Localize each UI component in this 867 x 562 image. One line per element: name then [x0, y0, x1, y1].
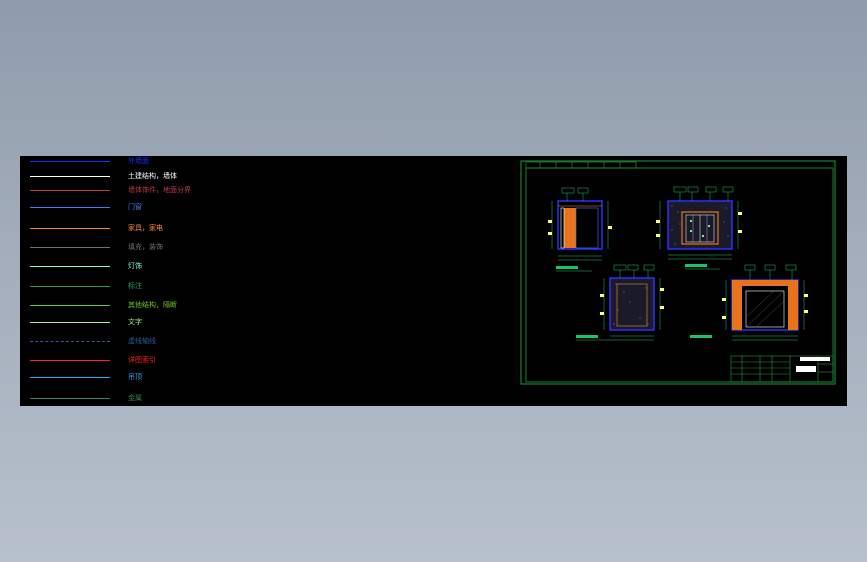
legend-label: 标注 [128, 282, 142, 290]
legend-label: 家具，家电 [128, 224, 163, 232]
elevation-a [548, 187, 612, 272]
legend-label: 外墙面 [128, 157, 149, 165]
legend-line-sample [30, 360, 110, 361]
legend-line-sample [30, 377, 110, 378]
cad-model-space[interactable]: 外墙面土建结构，墙体墙体饰件，地面分界 门窗家具，家电填充，装饰灯饰标注其他结构，… [20, 156, 847, 406]
legend-line-sample [30, 266, 110, 267]
elevation-drawing-sheet[interactable] [520, 160, 836, 386]
legend-label: 虚线轴线 [128, 337, 156, 345]
legend-line-sample [30, 228, 110, 229]
legend-line-sample [30, 341, 110, 342]
legend-line-sample [30, 398, 110, 399]
legend-label: 墙体饰件，地面分界 [128, 186, 191, 194]
elevation-b [656, 186, 742, 270]
sheet-outer-frame [520, 160, 836, 385]
legend-line-sample [30, 286, 110, 287]
legend-line-sample [30, 322, 110, 323]
elevation-c [576, 264, 664, 341]
sheet-inner-frame [525, 167, 834, 383]
legend-line-sample [30, 161, 110, 162]
legend-line-sample [30, 176, 110, 177]
legend-label: 文字 [128, 318, 142, 326]
legend-label: 金属 [128, 394, 142, 402]
drawing-title-bar [800, 357, 830, 361]
elevation-d [690, 264, 808, 341]
legend-line-sample [30, 305, 110, 306]
legend-label: 吊顶 [128, 373, 142, 381]
sheet-header-strip [525, 161, 637, 169]
legend-line-sample [30, 207, 110, 208]
legend-line-sample [30, 247, 110, 248]
legend-label: 门窗 [128, 203, 142, 211]
drawing-title-box [796, 366, 816, 372]
legend-label: 土建结构，墙体 [128, 172, 177, 180]
legend-label: 灯饰 [128, 262, 142, 270]
legend-label: 填充，装饰 [128, 243, 163, 251]
legend-label: 详图索引 [128, 356, 156, 364]
legend-label: 其他结构，隔断 [128, 301, 177, 309]
legend-line-sample [30, 190, 110, 191]
